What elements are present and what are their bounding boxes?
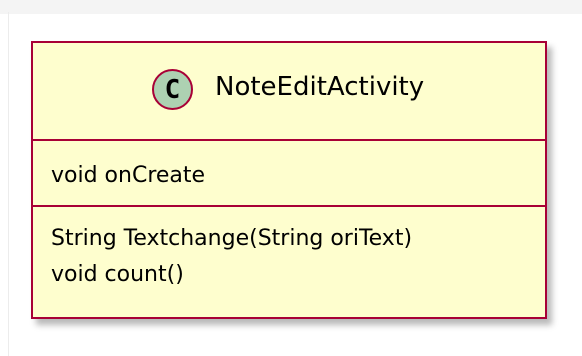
method-item: String Textchange(String oriText) <box>51 226 413 251</box>
top-band <box>0 0 582 14</box>
class-box: C NoteEditActivity void onCreate String … <box>31 41 547 319</box>
class-header: C NoteEditActivity <box>33 43 545 141</box>
fields-section: void onCreate <box>33 141 545 207</box>
diagram-canvas: C NoteEditActivity void onCreate String … <box>0 0 582 356</box>
class-stereotype-icon: C <box>152 69 193 110</box>
methods-section: String Textchange(String oriText) void c… <box>33 207 545 293</box>
field-item: void onCreate <box>51 163 206 188</box>
method-item: void count() <box>51 262 184 287</box>
class-name: NoteEditActivity <box>215 72 425 102</box>
class-stereotype-letter: C <box>164 74 181 105</box>
left-edge-line <box>8 12 9 356</box>
